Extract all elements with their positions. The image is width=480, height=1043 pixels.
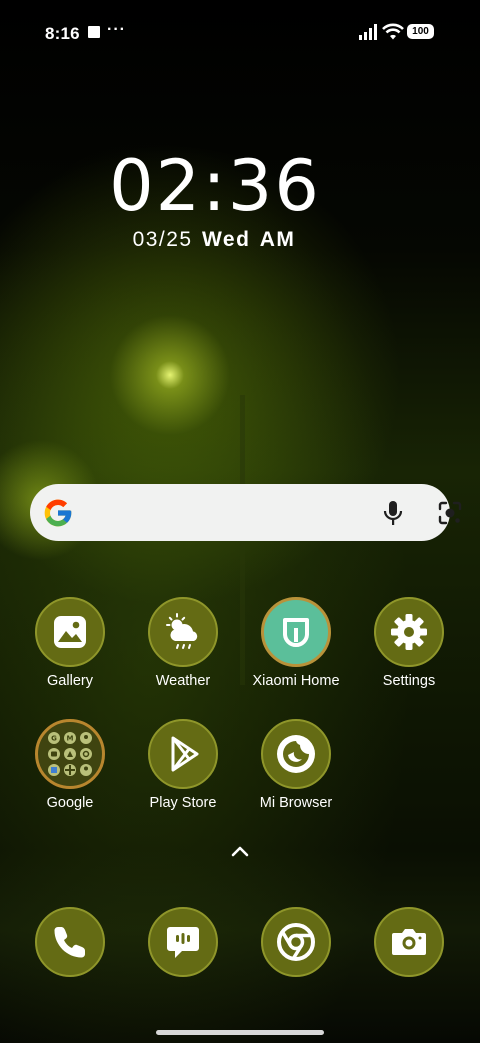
google-g-icon	[44, 499, 72, 527]
notification-square-icon	[88, 26, 100, 38]
clock-date: 03/25 Wed AM	[0, 228, 430, 252]
dock-messages[interactable]	[127, 907, 239, 977]
app-label: Xiaomi Home	[252, 673, 340, 689]
app-xiaomi-home[interactable]: Xiaomi Home	[240, 597, 352, 689]
play-store-icon	[148, 719, 218, 789]
app-label: Settings	[382, 673, 436, 689]
google-folder-icon: GM	[35, 719, 105, 789]
svg-text:M: M	[67, 735, 74, 743]
clock-time: 02:36	[109, 145, 321, 227]
app-weather[interactable]: Weather	[127, 597, 239, 689]
app-gallery[interactable]: Gallery	[14, 597, 126, 689]
messages-icon	[148, 907, 218, 977]
mi-browser-icon	[261, 719, 331, 789]
phone-icon	[35, 907, 105, 977]
app-label: Play Store	[149, 795, 217, 811]
settings-gear-icon	[374, 597, 444, 667]
dock-camera[interactable]	[353, 907, 465, 977]
chevron-up-icon[interactable]	[229, 843, 251, 859]
dock-chrome[interactable]	[240, 907, 352, 977]
chrome-icon	[261, 907, 331, 977]
app-settings[interactable]: Settings	[353, 597, 465, 689]
gallery-icon	[35, 597, 105, 667]
more-notifications-icon: ···	[107, 21, 126, 38]
camera-icon	[374, 907, 444, 977]
clock-date-value: 03/25	[132, 228, 193, 251]
weather-icon	[148, 597, 218, 667]
clock-meridiem: AM	[259, 228, 296, 251]
wifi-icon	[382, 23, 404, 40]
app-mi-browser[interactable]: Mi Browser	[240, 719, 352, 811]
clock-weekday: Wed	[201, 228, 251, 251]
google-search-bar[interactable]	[30, 484, 462, 541]
app-label: Weather	[155, 673, 211, 689]
cell-signal-icon	[359, 24, 377, 40]
app-play-store[interactable]: Play Store	[127, 719, 239, 811]
camera-lens-icon[interactable]	[437, 500, 463, 526]
microphone-icon[interactable]	[382, 500, 404, 526]
xiaomi-home-icon	[261, 597, 331, 667]
svg-text:G: G	[51, 735, 57, 743]
dock-phone[interactable]	[14, 907, 126, 977]
app-label: Mi Browser	[259, 795, 333, 811]
folder-google[interactable]: GM Google	[14, 719, 126, 811]
status-bar: 8:16 ··· 100	[0, 0, 480, 64]
status-time: 8:16	[45, 24, 80, 43]
gesture-home-bar[interactable]	[156, 1030, 324, 1035]
battery-icon: 100	[407, 24, 434, 39]
app-label: Gallery	[47, 673, 93, 689]
app-label: Google	[46, 795, 94, 811]
clock-widget[interactable]: 02:36 03/25 Wed AM	[0, 146, 430, 252]
